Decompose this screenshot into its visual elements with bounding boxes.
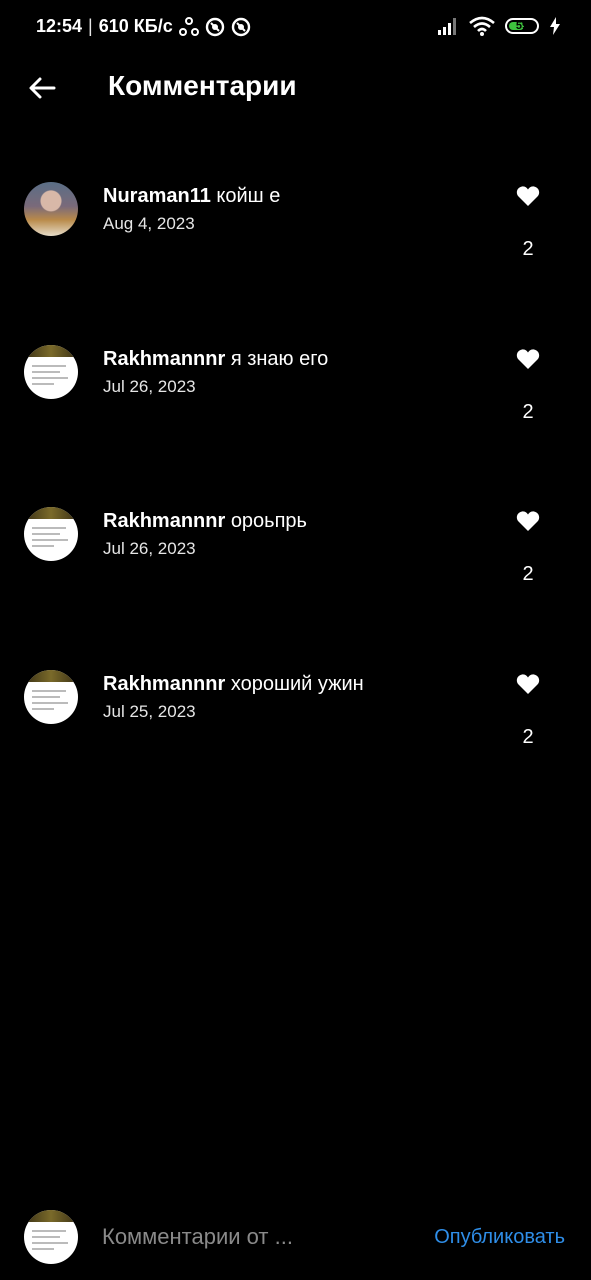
comment-date: Jul 25, 2023 <box>103 701 196 721</box>
battery-indicator: 59 <box>505 18 539 34</box>
app-notification-icon <box>205 17 224 36</box>
user-avatar[interactable] <box>24 182 78 236</box>
comment-body: Rakhmannnr хороший ужин Jul 25, 2023 <box>103 673 483 722</box>
heart-icon <box>516 186 540 206</box>
comment-composer: Опубликовать <box>0 1196 591 1280</box>
comment-username[interactable]: Rakhmannnr <box>103 348 225 370</box>
heart-icon <box>516 511 540 531</box>
comment-item: Rakhmannnr ороьпрь Jul 26, 2023 2 <box>0 485 591 648</box>
avatar-doc-line <box>32 364 66 367</box>
comment-line: Rakhmannnr ороьпрь <box>103 510 483 533</box>
comment-body: Nuraman11 койш е Aug 4, 2023 <box>103 185 483 234</box>
user-avatar[interactable] <box>24 669 78 724</box>
header-bar: Комментарии <box>0 56 591 120</box>
like-count: 2 <box>522 238 534 260</box>
comment-input[interactable] <box>102 1220 382 1254</box>
like-count: 2 <box>522 725 534 748</box>
avatar-doc-band <box>24 344 78 357</box>
status-separator: | <box>88 16 93 36</box>
heart-icon <box>516 673 540 694</box>
comment-text: ороьпрь <box>230 510 307 532</box>
comment-item: Nuraman11 койш е Aug 4, 2023 2 <box>0 160 591 323</box>
like-button[interactable] <box>512 182 544 210</box>
status-net-speed: 610 КБ/с <box>98 16 173 36</box>
avatar-doc-line <box>32 689 66 692</box>
avatar-doc-line <box>32 545 54 547</box>
current-user-avatar <box>24 1210 78 1264</box>
avatar-doc-line <box>32 1236 60 1238</box>
comment-line: Rakhmannnr хороший ужин <box>103 673 483 696</box>
comment-username[interactable]: Rakhmannnr <box>103 673 225 695</box>
comments-list: Nuraman11 койш е Aug 4, 2023 2 Rakhmannn… <box>0 160 591 810</box>
comment-date: Jul 26, 2023 <box>103 376 196 396</box>
avatar-doc-line <box>32 370 60 373</box>
avatar-doc-line <box>32 376 68 379</box>
status-time: 12:54 <box>36 16 83 36</box>
publish-button[interactable]: Опубликовать <box>434 1226 565 1249</box>
comment-date: Aug 4, 2023 <box>103 214 195 233</box>
avatar-doc-band <box>24 1210 78 1222</box>
avatar-doc-line <box>32 382 54 385</box>
comment-username[interactable]: Nuraman11 <box>103 185 211 207</box>
lightning-icon <box>550 17 560 35</box>
page-title: Комментарии <box>108 70 297 101</box>
avatar-doc-line <box>32 1230 66 1232</box>
status-right: 59 <box>437 16 561 36</box>
avatar-doc-line <box>32 1248 54 1250</box>
avatar-doc-band <box>24 669 78 682</box>
comment-username[interactable]: Rakhmannnr <box>103 510 225 532</box>
status-left: 12:54 | 610 КБ/с <box>36 16 251 37</box>
arrow-left-icon <box>29 77 56 99</box>
comment-item: Rakhmannnr я знаю его Jul 26, 2023 2 <box>0 323 591 486</box>
avatar-doc-line <box>32 539 68 541</box>
avatar-doc-line <box>32 533 60 535</box>
comment-line: Rakhmannnr я знаю его <box>103 348 483 371</box>
sync-icon <box>178 16 199 36</box>
like-button[interactable] <box>512 507 544 535</box>
wifi-icon <box>469 16 495 36</box>
comment-body: Rakhmannnr я знаю его Jul 26, 2023 <box>103 348 483 397</box>
like-count: 2 <box>522 563 534 585</box>
battery-level-text: 59 <box>515 20 529 32</box>
avatar-doc-line <box>32 695 60 698</box>
comment-text: хороший ужин <box>230 672 364 695</box>
user-avatar[interactable] <box>24 344 78 399</box>
heart-icon <box>516 348 540 369</box>
comment-body: Rakhmannnr ороьпрь Jul 26, 2023 <box>103 510 483 559</box>
comment-text: койш е <box>216 185 281 207</box>
avatar-doc-line <box>32 701 68 704</box>
user-avatar[interactable] <box>24 507 78 561</box>
like-button[interactable] <box>512 670 544 698</box>
back-button[interactable] <box>22 68 62 108</box>
comment-date: Jul 26, 2023 <box>103 539 196 558</box>
comment-text: я знаю его <box>230 347 329 370</box>
comment-item: Rakhmannnr хороший ужин Jul 25, 2023 2 <box>0 648 591 811</box>
avatar-doc-line <box>32 707 54 710</box>
avatar-doc-line <box>32 527 66 529</box>
signal-icon <box>438 18 456 35</box>
like-button[interactable] <box>512 345 544 373</box>
status-bar: 12:54 | 610 КБ/с 59 <box>0 0 591 56</box>
app-notification-icon-2 <box>231 17 250 36</box>
comment-line: Nuraman11 койш е <box>103 185 483 208</box>
avatar-doc-band <box>24 507 78 519</box>
avatar-doc-line <box>32 1242 68 1244</box>
like-count: 2 <box>522 400 534 423</box>
